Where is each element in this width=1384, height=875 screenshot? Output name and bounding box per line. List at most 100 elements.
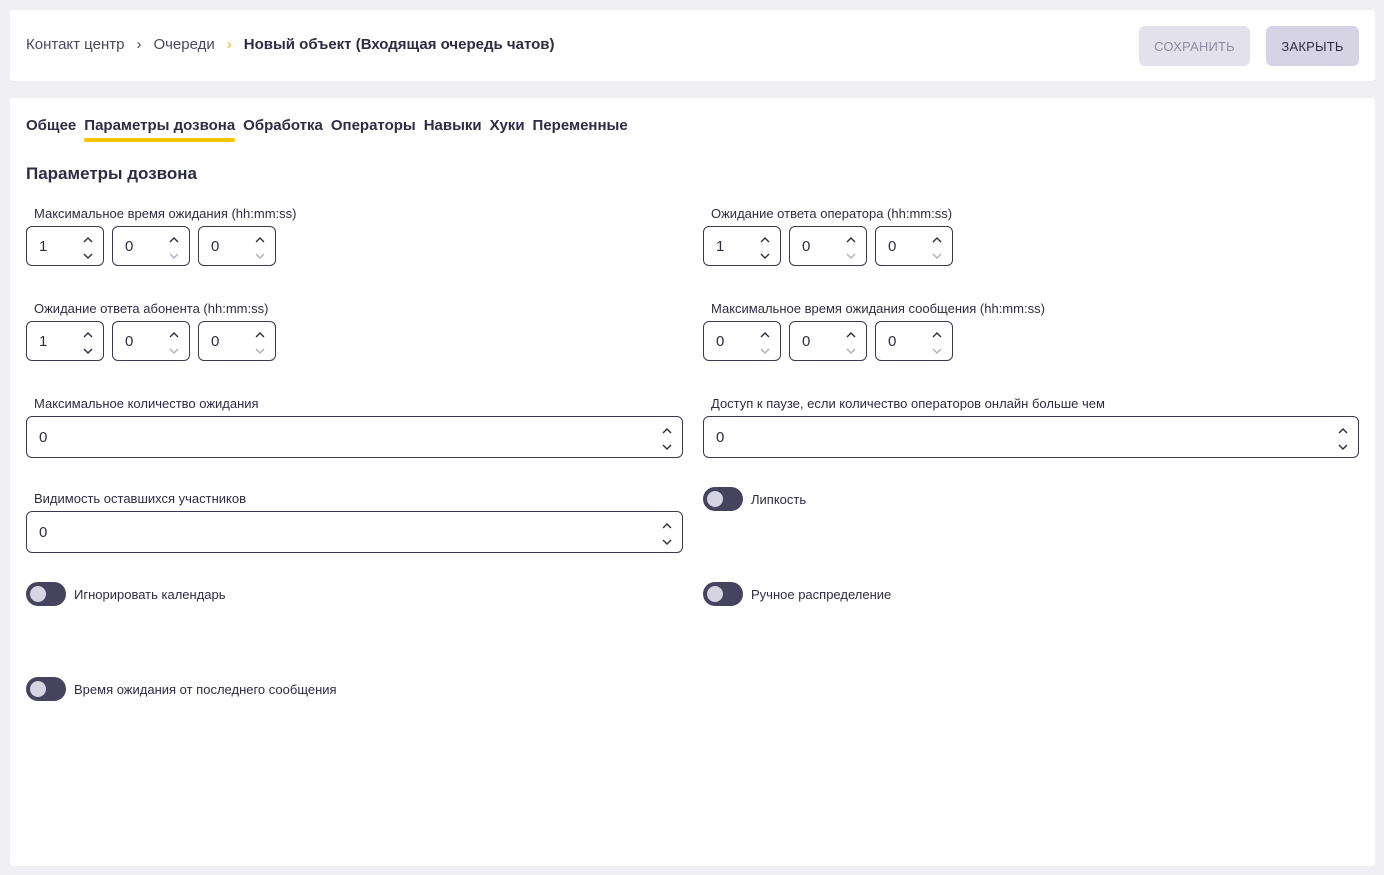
stickiness-label: Липкость xyxy=(751,491,807,507)
tab-dial-params[interactable]: Параметры дозвона xyxy=(84,117,235,142)
stepper-arrows xyxy=(844,231,858,263)
close-button[interactable]: ЗАКРЫТЬ xyxy=(1266,26,1359,66)
chevron-down-icon[interactable] xyxy=(930,344,944,358)
chevron-up-icon[interactable] xyxy=(81,328,95,342)
breadcrumb-item-contact-center[interactable]: Контакт центр xyxy=(26,36,124,53)
max-message-wait-hours-stepper[interactable]: 0 xyxy=(703,321,781,361)
breadcrumb-current: Новый объект (Входящая очередь чатов) xyxy=(243,36,555,53)
chevron-up-icon[interactable] xyxy=(660,519,674,533)
chevron-down-icon[interactable] xyxy=(930,249,944,263)
chevron-up-icon[interactable] xyxy=(758,328,772,342)
tab-hooks[interactable]: Хуки xyxy=(490,117,525,142)
remaining-visibility-stepper[interactable]: 0 xyxy=(26,511,683,553)
max-message-wait-seconds-stepper[interactable]: 0 xyxy=(875,321,953,361)
chevron-up-icon[interactable] xyxy=(253,233,267,247)
max-message-wait-minutes-stepper[interactable]: 0 xyxy=(789,321,867,361)
operator-answer-wait-seconds-stepper[interactable]: 0 xyxy=(875,226,953,266)
max-wait-time-minutes-stepper[interactable]: 0 xyxy=(112,226,190,266)
operator-answer-wait-minutes-stepper[interactable]: 0 xyxy=(789,226,867,266)
chevron-up-icon[interactable] xyxy=(1336,424,1350,438)
tab-bar: Общее Параметры дозвона Обработка Операт… xyxy=(26,117,628,142)
stepper-value: 0 xyxy=(39,429,48,446)
stepper-arrows xyxy=(660,422,674,454)
max-message-wait-label: Максимальное время ожидания сообщения (h… xyxy=(711,301,1045,316)
stepper-arrows xyxy=(81,231,95,263)
stepper-arrows xyxy=(1336,422,1350,454)
pause-access-stepper[interactable]: 0 xyxy=(703,416,1359,458)
chevron-up-icon[interactable] xyxy=(844,233,858,247)
subscriber-answer-wait-minutes-stepper[interactable]: 0 xyxy=(112,321,190,361)
stepper-value: 0 xyxy=(125,238,134,255)
chevron-down-icon[interactable] xyxy=(81,344,95,358)
stepper-arrows xyxy=(253,231,267,263)
chevron-up-icon[interactable] xyxy=(930,328,944,342)
chevron-up-icon[interactable] xyxy=(930,233,944,247)
page-header: Контакт центр › Очереди › Новый объект (… xyxy=(10,10,1375,81)
breadcrumb-separator-icon: › xyxy=(136,36,142,53)
breadcrumb-separator-icon: › xyxy=(226,36,232,53)
stepper-arrows xyxy=(167,231,181,263)
chevron-down-icon[interactable] xyxy=(1336,440,1350,454)
max-message-wait-group: 0 0 0 xyxy=(703,321,953,361)
chevron-up-icon[interactable] xyxy=(758,233,772,247)
stickiness-toggle-row: Липкость xyxy=(703,487,806,511)
stepper-arrows xyxy=(253,326,267,358)
chevron-up-icon[interactable] xyxy=(844,328,858,342)
stepper-arrows xyxy=(758,231,772,263)
stickiness-toggle[interactable] xyxy=(703,487,743,511)
wait-from-last-message-toggle[interactable] xyxy=(26,677,66,701)
max-wait-time-seconds-stepper[interactable]: 0 xyxy=(198,226,276,266)
stepper-value: 0 xyxy=(211,333,220,350)
chevron-up-icon[interactable] xyxy=(167,233,181,247)
chevron-down-icon[interactable] xyxy=(167,249,181,263)
ignore-calendar-toggle[interactable] xyxy=(26,582,66,606)
stepper-value: 0 xyxy=(125,333,134,350)
breadcrumb-item-queues[interactable]: Очереди xyxy=(153,36,214,53)
tab-general[interactable]: Общее xyxy=(26,117,76,142)
subscriber-answer-wait-group: 1 0 0 xyxy=(26,321,276,361)
chevron-down-icon[interactable] xyxy=(758,344,772,358)
stepper-value: 0 xyxy=(211,238,220,255)
chevron-down-icon[interactable] xyxy=(844,344,858,358)
chevron-down-icon[interactable] xyxy=(758,249,772,263)
stepper-arrows xyxy=(167,326,181,358)
max-wait-time-hours-stepper[interactable]: 1 xyxy=(26,226,104,266)
remaining-visibility-label: Видимость оставшихся участников xyxy=(34,491,247,506)
chevron-down-icon[interactable] xyxy=(81,249,95,263)
max-wait-count-stepper[interactable]: 0 xyxy=(26,416,683,458)
subscriber-answer-wait-hours-stepper[interactable]: 1 xyxy=(26,321,104,361)
chevron-down-icon[interactable] xyxy=(253,249,267,263)
chevron-down-icon[interactable] xyxy=(167,344,181,358)
chevron-down-icon[interactable] xyxy=(660,535,674,549)
tab-processing[interactable]: Обработка xyxy=(243,117,323,142)
stepper-value: 0 xyxy=(716,429,725,446)
operator-answer-wait-label: Ожидание ответа оператора (hh:mm:ss) xyxy=(711,206,953,221)
max-wait-count-label: Максимальное количество ожидания xyxy=(34,396,259,411)
tab-variables[interactable]: Переменные xyxy=(533,117,628,142)
toggle-knob xyxy=(30,681,46,697)
chevron-up-icon[interactable] xyxy=(660,424,674,438)
pause-access-label: Доступ к паузе, если количество оператор… xyxy=(711,396,1105,411)
stepper-value: 0 xyxy=(39,524,48,541)
tab-operators[interactable]: Операторы xyxy=(331,117,416,142)
save-button[interactable]: СОХРАНИТЬ xyxy=(1139,26,1250,66)
chevron-down-icon[interactable] xyxy=(253,344,267,358)
manual-distribution-toggle[interactable] xyxy=(703,582,743,606)
manual-distribution-toggle-row: Ручное распределение xyxy=(703,582,891,606)
max-wait-time-group: 1 0 0 xyxy=(26,226,276,266)
chevron-up-icon[interactable] xyxy=(81,233,95,247)
chevron-down-icon[interactable] xyxy=(660,440,674,454)
chevron-up-icon[interactable] xyxy=(253,328,267,342)
chevron-up-icon[interactable] xyxy=(167,328,181,342)
ignore-calendar-toggle-row: Игнорировать календарь xyxy=(26,582,226,606)
stepper-value: 0 xyxy=(888,238,897,255)
toggle-knob xyxy=(707,586,723,602)
subscriber-answer-wait-seconds-stepper[interactable]: 0 xyxy=(198,321,276,361)
tab-skills[interactable]: Навыки xyxy=(424,117,482,142)
operator-answer-wait-hours-stepper[interactable]: 1 xyxy=(703,226,781,266)
stepper-arrows xyxy=(81,326,95,358)
stepper-value: 1 xyxy=(39,333,48,350)
stepper-arrows xyxy=(844,326,858,358)
manual-distribution-label: Ручное распределение xyxy=(751,586,892,602)
chevron-down-icon[interactable] xyxy=(844,249,858,263)
